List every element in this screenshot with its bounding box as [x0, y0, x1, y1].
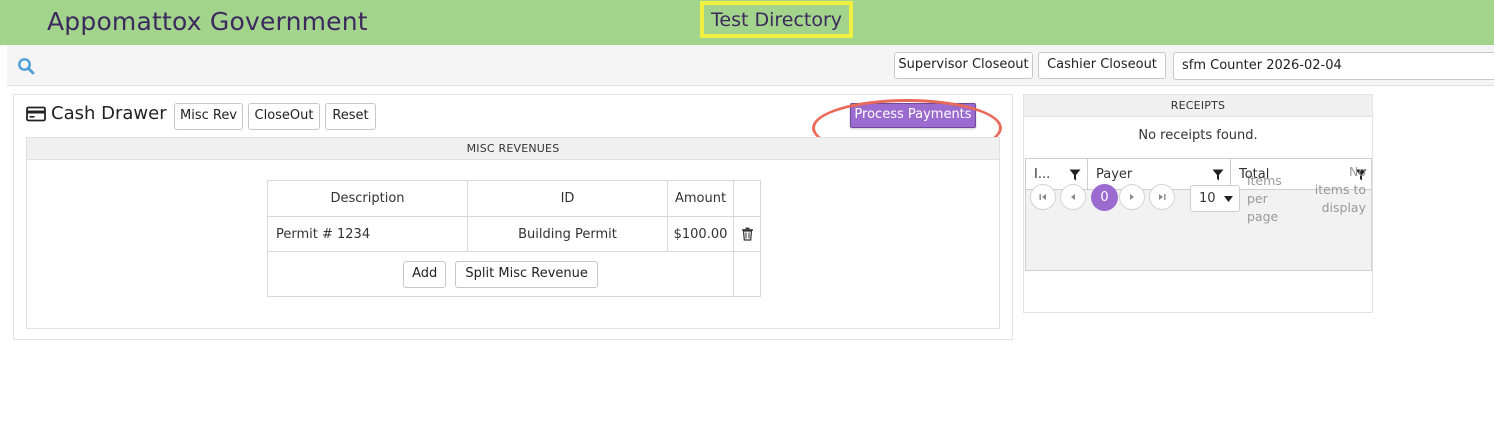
- table-footer-empty-cell: [733, 251, 761, 297]
- current-page-indicator[interactable]: 0: [1091, 184, 1118, 211]
- last-page-icon: [1159, 194, 1166, 200]
- split-misc-revenue-button[interactable]: Split Misc Revenue: [455, 260, 598, 288]
- last-page-button[interactable]: [1149, 184, 1175, 210]
- app-title: Appomattox Government: [47, 7, 368, 36]
- cash-drawer-title: Cash Drawer: [26, 103, 167, 124]
- receipts-empty-message: No receipts found.: [1138, 128, 1258, 143]
- add-button[interactable]: Add: [403, 260, 447, 288]
- cell-amount: $100.00: [667, 216, 734, 252]
- cashier-closeout-button[interactable]: Cashier Closeout: [1038, 52, 1166, 79]
- app-header: Appomattox Government Test Directory: [0, 0, 1494, 45]
- receipts-panel: RECEIPTS No receipts found. I... Payer T…: [1023, 94, 1373, 313]
- cash-drawer-panel: Cash Drawer Misc Rev CloseOut Reset Proc…: [13, 94, 1013, 340]
- column-header-description: Description: [267, 180, 468, 217]
- first-page-icon: [1039, 194, 1046, 200]
- trash-icon[interactable]: [741, 227, 754, 241]
- misc-revenues-section: MISC REVENUES Description ID Amount Perm…: [26, 137, 1000, 329]
- previous-page-button[interactable]: [1060, 184, 1086, 210]
- closeout-button[interactable]: CloseOut: [248, 103, 320, 130]
- process-payments-button[interactable]: Process Payments: [850, 103, 976, 128]
- toolbar: Supervisor Closeout Cashier Closeout sfm…: [7, 45, 1494, 86]
- column-header-actions: [733, 180, 761, 217]
- search-icon[interactable]: [17, 57, 35, 75]
- page-size-select[interactable]: 10: [1190, 185, 1240, 212]
- receipts-grid: I... Payer Total 0 10 items per page No …: [1025, 158, 1372, 271]
- filter-icon[interactable]: [1069, 169, 1081, 181]
- reset-button[interactable]: Reset: [325, 103, 376, 130]
- supervisor-closeout-button[interactable]: Supervisor Closeout: [894, 52, 1033, 79]
- cell-description: Permit # 1234: [267, 216, 468, 252]
- cell-delete: [733, 216, 761, 252]
- column-header-id: ID: [467, 180, 668, 217]
- table-header-row: Description ID Amount: [267, 180, 761, 217]
- items-per-page-label: items per page: [1247, 173, 1282, 224]
- counter-select[interactable]: sfm Counter 2026-02-04: [1173, 52, 1494, 80]
- table-actions-cell: Add Split Misc Revenue: [267, 251, 734, 297]
- first-page-button[interactable]: [1030, 184, 1056, 210]
- misc-revenues-header: MISC REVENUES: [27, 138, 999, 160]
- misc-revenues-table: Description ID Amount Permit # 1234 Buil…: [267, 180, 761, 297]
- table-row: Permit # 1234 Building Permit $100.00: [267, 216, 761, 252]
- chevron-down-icon: [1224, 196, 1233, 202]
- cell-id: Building Permit: [467, 216, 668, 252]
- column-header-amount: Amount: [667, 180, 734, 217]
- receipts-header: RECEIPTS: [1024, 95, 1372, 117]
- table-footer-row: Add Split Misc Revenue: [267, 251, 761, 297]
- previous-page-icon: [1071, 194, 1075, 200]
- next-page-icon: [1130, 194, 1134, 200]
- directory-title[interactable]: Test Directory: [700, 1, 854, 38]
- credit-card-icon: [26, 106, 46, 121]
- next-page-button[interactable]: [1119, 184, 1145, 210]
- cash-drawer-label: Cash Drawer: [51, 103, 167, 124]
- misc-rev-button[interactable]: Misc Rev: [174, 103, 243, 130]
- no-items-label: No items to display: [1314, 164, 1366, 215]
- filter-icon[interactable]: [1212, 169, 1224, 181]
